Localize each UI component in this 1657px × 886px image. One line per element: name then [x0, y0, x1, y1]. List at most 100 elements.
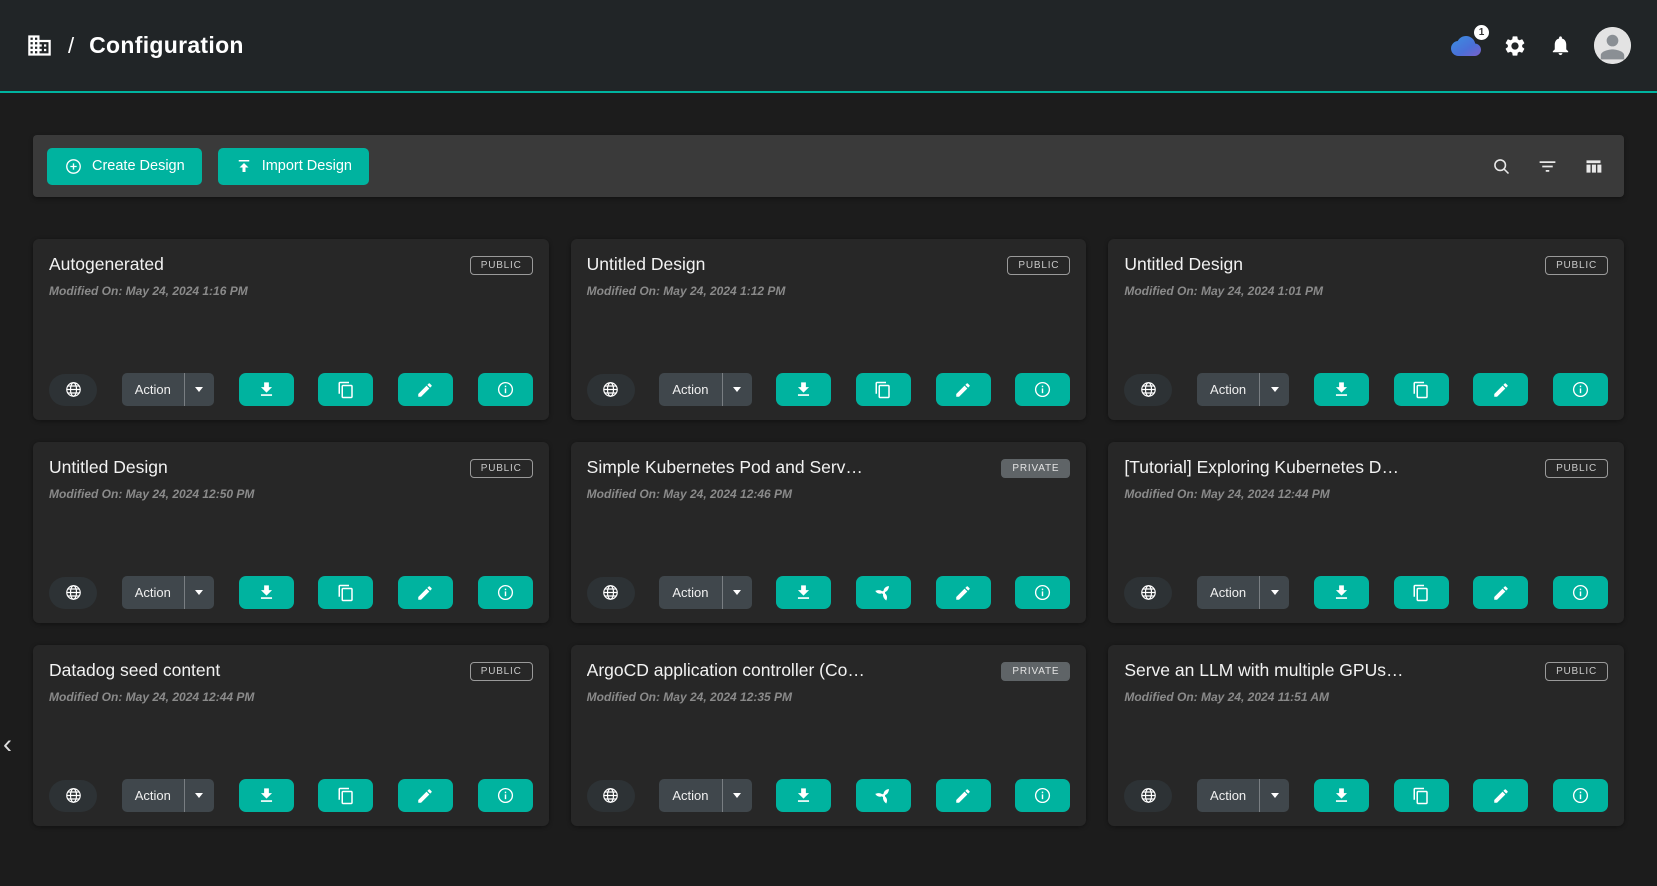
clone-button[interactable]	[318, 779, 373, 812]
clone-button[interactable]	[318, 373, 373, 406]
clone-button[interactable]	[856, 373, 911, 406]
visibility-globe-button[interactable]	[1124, 780, 1172, 812]
modified-date: Modified On: May 24, 2024 12:50 PM	[49, 487, 533, 501]
card-actions: Action	[587, 373, 1071, 406]
table-view-button[interactable]	[1576, 149, 1610, 183]
visibility-globe-button[interactable]	[587, 374, 635, 406]
card-actions: Action	[1124, 576, 1608, 609]
action-button[interactable]: Action	[122, 373, 184, 406]
design-title: ArgoCD application controller (Co…	[587, 660, 875, 681]
visibility-globe-button[interactable]	[1124, 577, 1172, 609]
filter-icon	[1537, 156, 1558, 177]
edit-button[interactable]	[398, 576, 453, 609]
info-icon	[1571, 786, 1590, 805]
copy-icon	[874, 381, 892, 399]
clone-button[interactable]	[1394, 373, 1449, 406]
chevron-down-icon	[1271, 387, 1279, 392]
action-split-button: Action	[1197, 779, 1289, 812]
download-button[interactable]	[1314, 576, 1369, 609]
action-button[interactable]: Action	[122, 779, 184, 812]
pencil-icon	[416, 787, 434, 805]
action-dropdown-toggle[interactable]	[184, 576, 214, 609]
action-dropdown-toggle[interactable]	[722, 373, 752, 406]
action-dropdown-toggle[interactable]	[722, 576, 752, 609]
pattern-button[interactable]	[856, 576, 911, 609]
action-button[interactable]: Action	[659, 576, 721, 609]
info-button[interactable]	[1015, 779, 1070, 812]
info-button[interactable]	[478, 779, 533, 812]
import-design-label: Import Design	[262, 158, 352, 174]
edit-button[interactable]	[936, 373, 991, 406]
visibility-globe-button[interactable]	[49, 577, 97, 609]
info-button[interactable]	[478, 576, 533, 609]
info-button[interactable]	[1553, 779, 1608, 812]
avatar[interactable]	[1594, 27, 1631, 64]
download-button[interactable]	[239, 779, 294, 812]
action-button[interactable]: Action	[122, 576, 184, 609]
globe-icon	[64, 380, 83, 399]
edit-button[interactable]	[398, 373, 453, 406]
action-dropdown-toggle[interactable]	[1259, 373, 1289, 406]
chevron-down-icon	[733, 793, 741, 798]
building-icon[interactable]	[26, 32, 53, 59]
edit-button[interactable]	[398, 779, 453, 812]
pattern-button[interactable]	[856, 779, 911, 812]
download-button[interactable]	[1314, 779, 1369, 812]
visibility-globe-button[interactable]	[587, 577, 635, 609]
action-button[interactable]: Action	[1197, 373, 1259, 406]
search-button[interactable]	[1484, 149, 1518, 183]
clone-button[interactable]	[1394, 576, 1449, 609]
collapse-panel-button[interactable]: ‹	[3, 731, 12, 758]
design-title: [Tutorial] Exploring Kubernetes D…	[1124, 457, 1409, 478]
download-button[interactable]	[776, 779, 831, 812]
clone-button[interactable]	[318, 576, 373, 609]
action-dropdown-toggle[interactable]	[184, 373, 214, 406]
design-card: ArgoCD application controller (Co… PRIVA…	[571, 645, 1087, 826]
copy-icon	[1412, 584, 1430, 602]
info-button[interactable]	[1553, 373, 1608, 406]
card-header: Autogenerated PUBLIC	[49, 254, 533, 275]
action-dropdown-toggle[interactable]	[1259, 576, 1289, 609]
action-button[interactable]: Action	[1197, 779, 1259, 812]
action-dropdown-toggle[interactable]	[1259, 779, 1289, 812]
design-title: Untitled Design	[1124, 254, 1253, 275]
download-button[interactable]	[776, 576, 831, 609]
action-button[interactable]: Action	[659, 779, 721, 812]
action-dropdown-toggle[interactable]	[722, 779, 752, 812]
spiral-icon	[874, 583, 893, 602]
visibility-globe-button[interactable]	[49, 780, 97, 812]
clone-button[interactable]	[1394, 779, 1449, 812]
edit-button[interactable]	[1473, 576, 1528, 609]
download-button[interactable]	[776, 373, 831, 406]
info-icon	[1033, 380, 1052, 399]
download-button[interactable]	[239, 373, 294, 406]
edit-button[interactable]	[936, 779, 991, 812]
action-button[interactable]: Action	[659, 373, 721, 406]
pencil-icon	[416, 381, 434, 399]
import-design-button[interactable]: Import Design	[218, 148, 369, 185]
edit-button[interactable]	[1473, 779, 1528, 812]
info-button[interactable]	[1015, 576, 1070, 609]
visibility-globe-button[interactable]	[49, 374, 97, 406]
filter-button[interactable]	[1530, 149, 1564, 183]
design-grid: Autogenerated PUBLIC Modified On: May 24…	[33, 239, 1624, 826]
design-card: Untitled Design PUBLIC Modified On: May …	[33, 442, 549, 623]
download-button[interactable]	[1314, 373, 1369, 406]
settings-button[interactable]	[1503, 34, 1527, 58]
visibility-globe-button[interactable]	[587, 780, 635, 812]
info-button[interactable]	[1553, 576, 1608, 609]
info-button[interactable]	[1015, 373, 1070, 406]
pencil-icon	[416, 584, 434, 602]
action-button[interactable]: Action	[1197, 576, 1259, 609]
create-design-button[interactable]: Create Design	[47, 148, 202, 185]
visibility-globe-button[interactable]	[1124, 374, 1172, 406]
action-dropdown-toggle[interactable]	[184, 779, 214, 812]
notification-badge: 1	[1474, 25, 1489, 40]
info-button[interactable]	[478, 373, 533, 406]
edit-button[interactable]	[1473, 373, 1528, 406]
edit-button[interactable]	[936, 576, 991, 609]
download-button[interactable]	[239, 576, 294, 609]
copy-icon	[1412, 381, 1430, 399]
notifications-button[interactable]	[1549, 34, 1572, 57]
provider-cloud-button[interactable]: 1	[1451, 31, 1481, 61]
